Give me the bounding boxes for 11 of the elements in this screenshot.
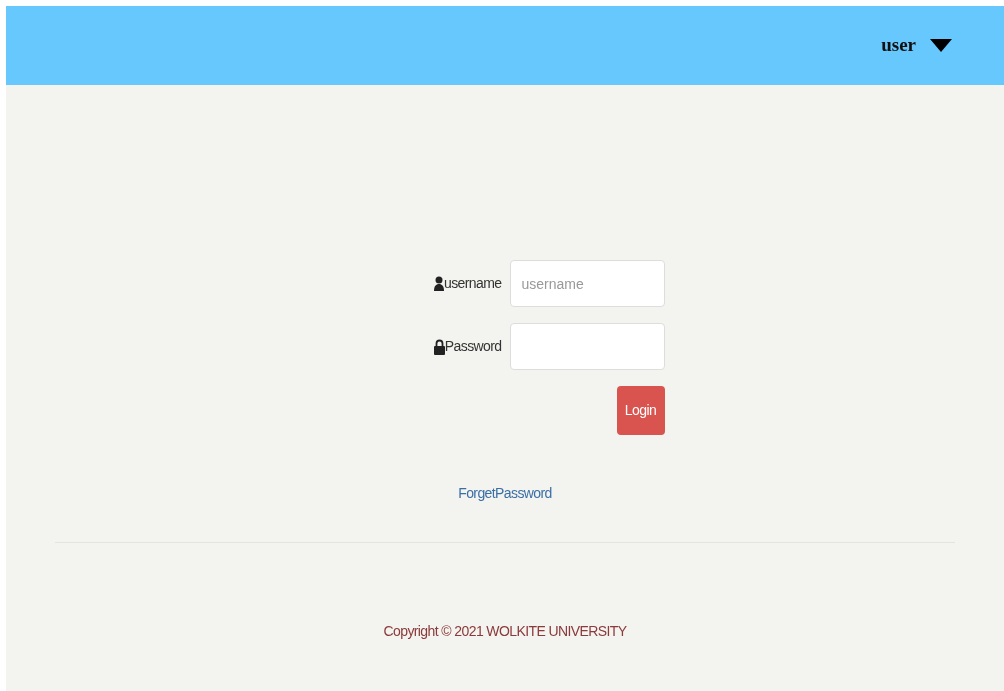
user-icon	[434, 276, 445, 291]
password-field[interactable]	[509, 323, 665, 370]
username-field[interactable]: username	[509, 260, 665, 307]
forgot-password-link[interactable]: ForgetPassword	[458, 483, 552, 504]
lock-icon	[433, 338, 445, 355]
login-button[interactable]: Login	[616, 386, 665, 435]
caret-icon	[930, 39, 952, 52]
username-label: username	[444, 274, 502, 293]
password-label: Password	[444, 337, 502, 356]
copyright-text: Copyright © 2021 WOLKITE UNIVERSITY	[383, 622, 627, 641]
user-menu[interactable]: user	[881, 31, 952, 60]
